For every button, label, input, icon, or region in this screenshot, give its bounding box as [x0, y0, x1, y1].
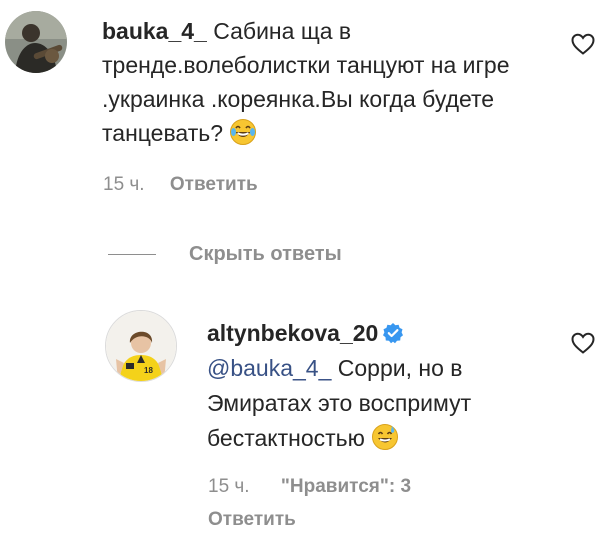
joy-emoji-icon: [229, 118, 257, 146]
comment-body: bauka_4_ Сабина ща в тренде.волеболистки…: [102, 14, 542, 150]
heart-icon[interactable]: [570, 32, 596, 56]
hide-replies-button[interactable]: Скрыть ответы: [108, 240, 342, 268]
comment-meta: 15 ч. "Нравится": 3: [208, 476, 411, 498]
reply-comment: 18 altynbekova_20 @bauka_4_ Сорри, но в …: [0, 300, 600, 544]
avatar[interactable]: 18: [105, 310, 177, 382]
comment-body: altynbekova_20 @bauka_4_ Сорри, но в Эми…: [207, 316, 527, 456]
heart-icon[interactable]: [570, 331, 596, 355]
avatar[interactable]: [5, 11, 67, 73]
comment-time: 15 ч.: [208, 476, 250, 497]
comment-time: 15 ч.: [103, 174, 145, 195]
hide-replies-label: Скрыть ответы: [189, 242, 342, 265]
reply-button[interactable]: Ответить: [170, 174, 258, 196]
verified-badge-icon: [382, 319, 404, 344]
comment-meta: 15 ч. Ответить: [103, 174, 258, 196]
divider: [108, 253, 156, 255]
sweat-smile-emoji-icon: [371, 423, 399, 451]
mention-link[interactable]: @bauka_4_: [207, 355, 331, 381]
reply-button[interactable]: Ответить: [208, 509, 296, 531]
comment-username[interactable]: altynbekova_20: [207, 320, 378, 346]
likes-count-button[interactable]: "Нравится": 3: [281, 476, 411, 498]
comment-username[interactable]: bauka_4_: [102, 18, 207, 44]
comment: bauka_4_ Сабина ща в тренде.волеболистки…: [0, 0, 600, 210]
svg-text:18: 18: [144, 366, 153, 375]
